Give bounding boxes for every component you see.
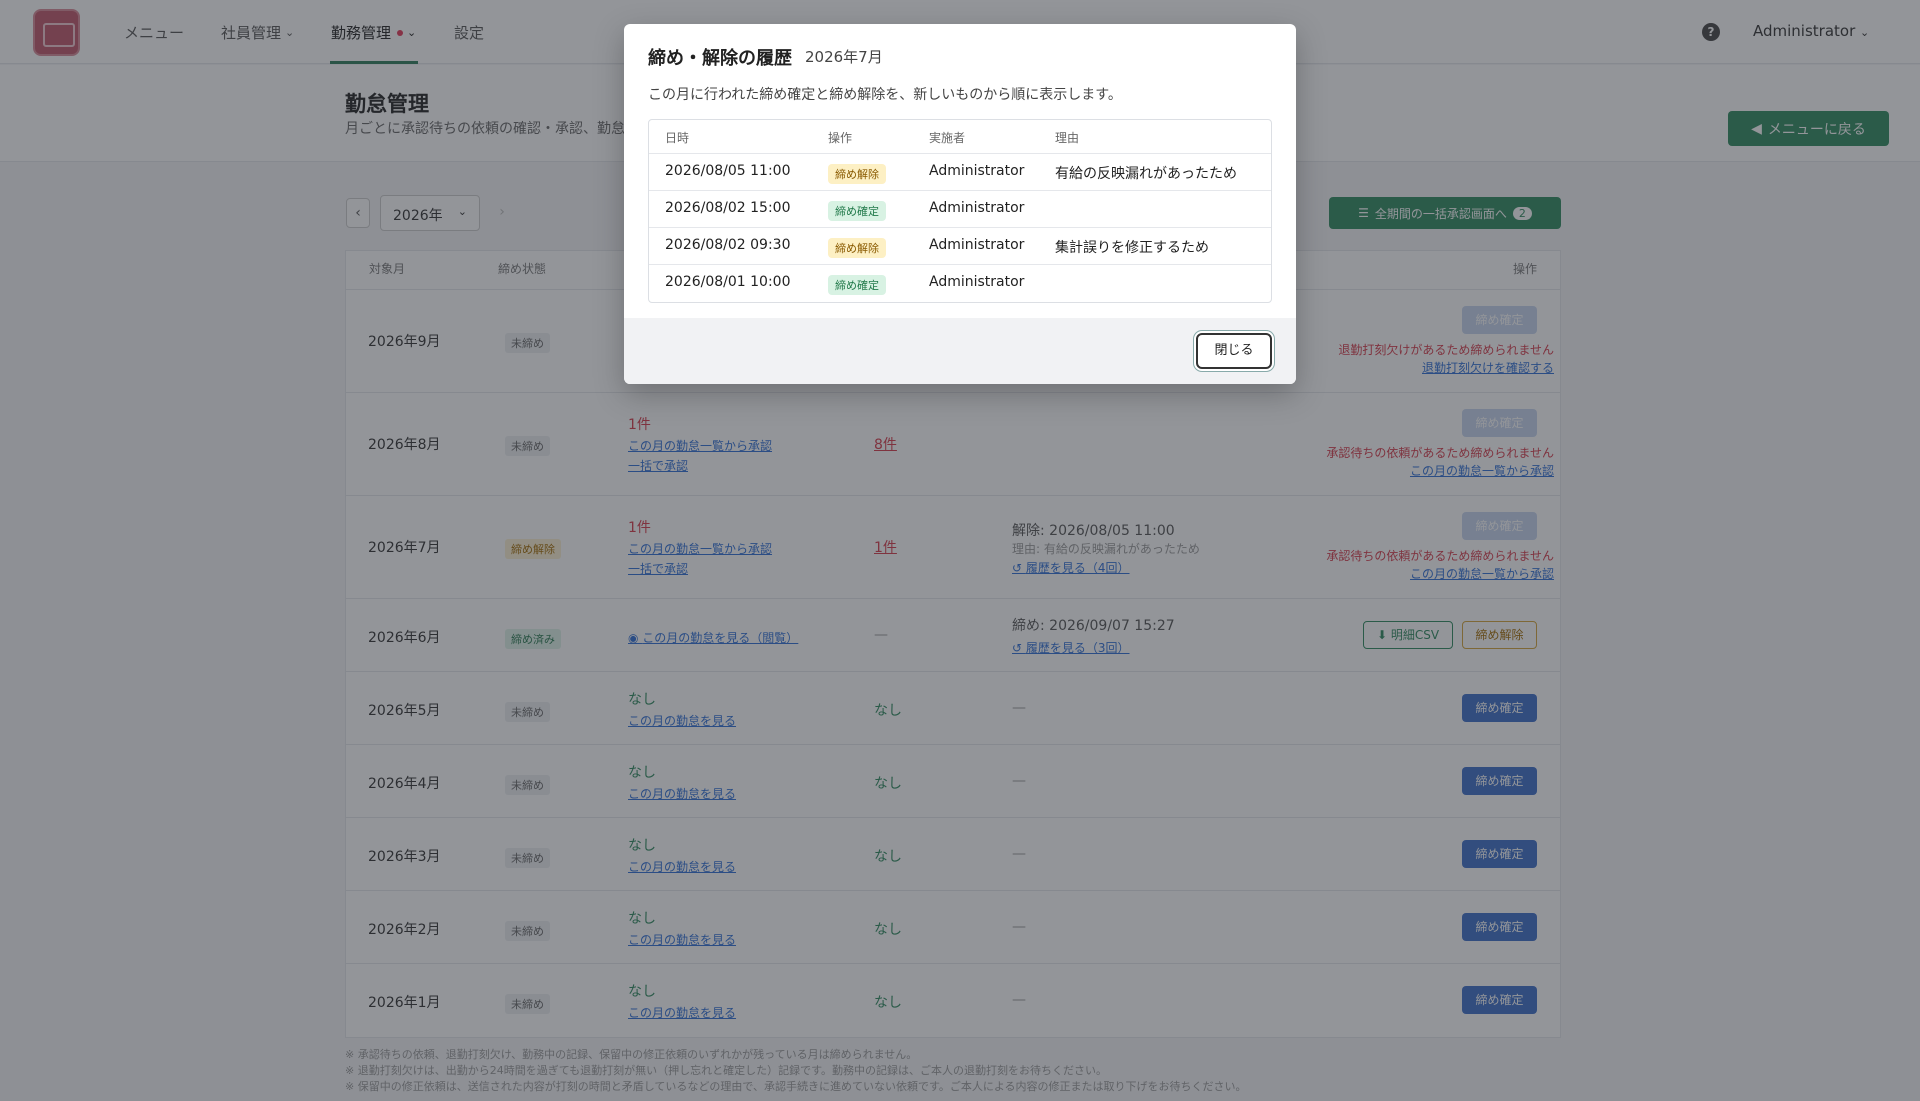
history-table: 日時 操作 実施者 理由 2026/08/05 11:00 締め解除 Admin… bbox=[648, 119, 1272, 303]
history-row: 2026/08/02 15:00 締め確定 Administrator bbox=[649, 190, 1271, 227]
history-row: 2026/08/02 09:30 締め解除 Administrator 集計誤り… bbox=[649, 227, 1271, 264]
history-actor: Administrator bbox=[929, 163, 1025, 179]
close-modal-button[interactable]: 閉じる bbox=[1196, 333, 1272, 369]
col-action: 操作 bbox=[828, 131, 853, 145]
history-actor: Administrator bbox=[929, 200, 1025, 216]
history-datetime: 2026/08/02 15:00 bbox=[665, 200, 791, 216]
modal-month: 2026年7月 bbox=[805, 48, 883, 66]
col-reason: 理由 bbox=[1055, 131, 1080, 145]
history-modal: 締め・解除の履歴 2026年7月 この月に行われた締め確定と締め解除を、新しいも… bbox=[624, 24, 1296, 384]
history-datetime: 2026/08/05 11:00 bbox=[665, 163, 791, 179]
history-actor: Administrator bbox=[929, 274, 1025, 290]
col-datetime: 日時 bbox=[665, 131, 690, 145]
action-badge: 締め解除 bbox=[828, 164, 886, 184]
action-badge: 締め解除 bbox=[828, 238, 886, 258]
history-datetime: 2026/08/02 09:30 bbox=[665, 237, 791, 253]
action-badge: 締め確定 bbox=[828, 275, 886, 295]
history-reason: 有給の反映漏れがあったため bbox=[1055, 166, 1237, 182]
modal-description: この月に行われた締め確定と締め解除を、新しいものから順に表示します。 bbox=[648, 87, 1122, 103]
modal-title: 締め・解除の履歴 bbox=[648, 48, 792, 69]
history-row: 2026/08/05 11:00 締め解除 Administrator 有給の反… bbox=[649, 153, 1271, 190]
history-reason: 集計誤りを修正するため bbox=[1055, 240, 1209, 256]
action-badge: 締め確定 bbox=[828, 201, 886, 221]
col-actor: 実施者 bbox=[929, 131, 966, 145]
modal-footer: 閉じる bbox=[624, 318, 1296, 384]
history-row: 2026/08/01 10:00 締め確定 Administrator bbox=[649, 264, 1271, 301]
history-datetime: 2026/08/01 10:00 bbox=[665, 274, 791, 290]
history-actor: Administrator bbox=[929, 237, 1025, 253]
